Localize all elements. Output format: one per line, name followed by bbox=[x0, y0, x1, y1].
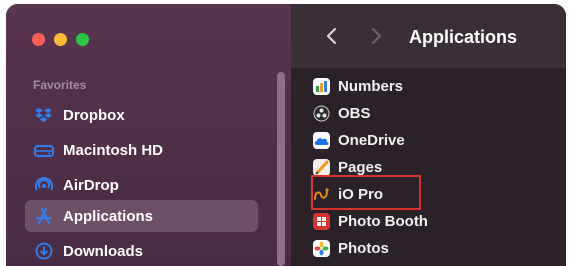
obs-app-icon bbox=[313, 105, 330, 122]
chevron-right-icon[interactable] bbox=[369, 26, 385, 46]
minimize-button[interactable] bbox=[54, 33, 67, 46]
sidebar-item-dropbox[interactable]: Dropbox bbox=[25, 99, 258, 131]
sidebar-item-downloads[interactable]: Downloads bbox=[25, 235, 258, 266]
list-item[interactable]: Photos bbox=[313, 235, 563, 262]
photo-booth-app-icon bbox=[313, 213, 330, 230]
highlight-box bbox=[311, 175, 421, 210]
sidebar-item-label: Downloads bbox=[63, 242, 144, 260]
list-item[interactable]: Photo Booth bbox=[313, 208, 563, 235]
sidebar-item-label: Macintosh HD bbox=[63, 141, 164, 159]
sidebar-item-label: AirDrop bbox=[63, 176, 119, 194]
main-pane: Applications Numbers OBS OneDrive Pages … bbox=[291, 4, 566, 266]
chevron-left-icon[interactable] bbox=[323, 26, 339, 46]
sidebar-item-airdrop[interactable]: AirDrop bbox=[25, 169, 258, 201]
close-button[interactable] bbox=[32, 33, 45, 46]
downloads-icon bbox=[33, 240, 55, 262]
window-title: Applications bbox=[409, 27, 518, 47]
applications-icon bbox=[33, 205, 55, 227]
file-name: OBS bbox=[338, 105, 371, 122]
list-item[interactable]: OneDrive bbox=[313, 127, 563, 154]
file-name: Pages bbox=[338, 159, 383, 176]
file-name: Photo Booth bbox=[338, 213, 428, 230]
finder-window: Favorites Dropbox Macintosh HD AirDrop A… bbox=[6, 4, 566, 266]
onedrive-app-icon bbox=[313, 132, 330, 149]
sidebar-item-macintosh-hd[interactable]: Macintosh HD bbox=[25, 134, 258, 166]
toolbar: Applications bbox=[291, 4, 566, 68]
list-item[interactable]: Numbers bbox=[313, 73, 563, 100]
sidebar: Favorites Dropbox Macintosh HD AirDrop A… bbox=[6, 4, 291, 266]
list-item[interactable]: OBS bbox=[313, 100, 563, 127]
zoom-button[interactable] bbox=[76, 33, 89, 46]
file-name: OneDrive bbox=[338, 132, 405, 149]
sidebar-section-title: Favorites bbox=[33, 78, 87, 92]
traffic-lights bbox=[32, 33, 89, 46]
file-name: Numbers bbox=[338, 78, 404, 95]
sidebar-item-label: Dropbox bbox=[63, 106, 125, 124]
hard-drive-icon bbox=[33, 139, 55, 161]
sidebar-scrollbar[interactable] bbox=[277, 72, 285, 266]
sidebar-item-label: Applications bbox=[63, 207, 154, 225]
airdrop-icon bbox=[33, 174, 55, 196]
sidebar-item-applications[interactable]: Applications bbox=[25, 200, 258, 232]
file-name: Photos bbox=[338, 240, 389, 257]
photos-app-icon bbox=[313, 240, 330, 257]
pages-app-icon bbox=[313, 159, 330, 176]
dropbox-icon bbox=[33, 104, 55, 126]
numbers-app-icon bbox=[313, 78, 330, 95]
